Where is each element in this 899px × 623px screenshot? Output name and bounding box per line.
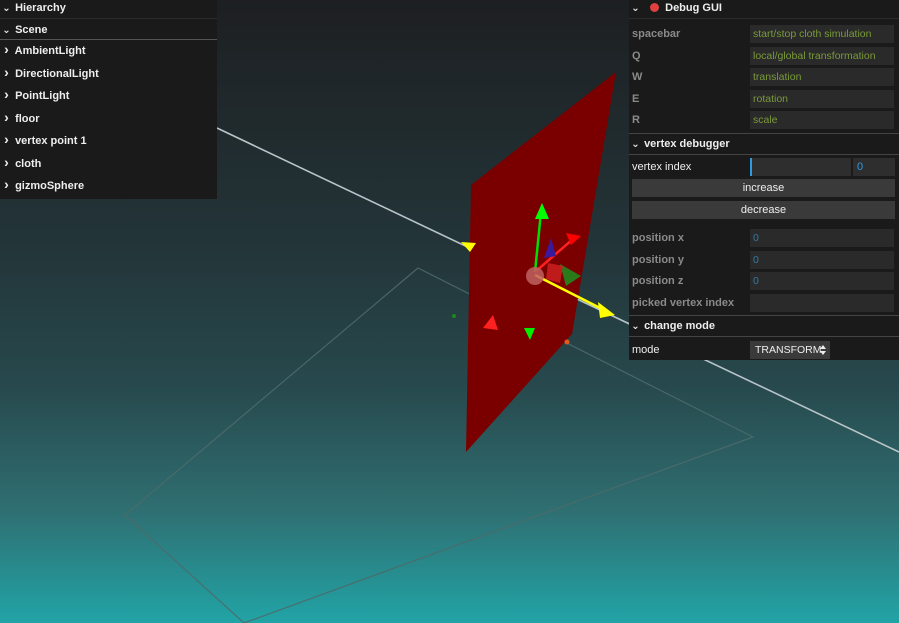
hierarchy-item-label: floor [15, 112, 40, 125]
vertex-point-marker[interactable] [452, 314, 456, 318]
increase-button[interactable]: increase [632, 178, 895, 197]
key-label: R [632, 114, 640, 127]
vertex-index-label: vertex index [632, 160, 692, 173]
scene-folder[interactable]: Scene [0, 19, 217, 40]
updown-arrows-icon [820, 345, 826, 356]
vertex-debugger-title: vertex debugger [644, 137, 730, 150]
key-row-e: E rotation [629, 88, 899, 110]
key-label: W [632, 71, 643, 84]
chevron-right-icon [2, 109, 11, 131]
key-row-r: R scale [629, 109, 899, 131]
hierarchy-title: Hierarchy [15, 2, 66, 14]
chevron-down-icon [631, 317, 640, 337]
hierarchy-item-label: cloth [15, 157, 42, 170]
vertex-debugger-folder[interactable]: vertex debugger [629, 132, 899, 155]
vertex-index-input[interactable]: 0 [853, 157, 895, 176]
debug-gui-title: Debug GUI [665, 2, 722, 14]
debug-gui-panel: Debug GUI spacebar start/stop cloth simu… [629, 0, 899, 360]
hierarchy-header[interactable]: Hierarchy [0, 0, 217, 19]
vertex-index-slider[interactable] [750, 157, 851, 176]
chevron-right-icon [2, 64, 11, 86]
position-z-row: position z 0 [629, 270, 899, 292]
picked-vertex-label: picked vertex index [632, 296, 735, 309]
mode-select-value: TRANSFORM [755, 344, 822, 357]
hierarchy-item-label: PointLight [15, 90, 70, 102]
chevron-right-icon [2, 41, 11, 63]
chevron-right-icon [2, 154, 11, 176]
hierarchy-panel: Hierarchy Scene AmbientLight Directional… [0, 0, 217, 199]
position-y-field[interactable]: 0 [750, 250, 894, 269]
point-light-marker [564, 339, 570, 345]
key-row-spacebar: spacebar start/stop cloth simulation [629, 23, 899, 45]
chevron-down-icon [2, 20, 11, 42]
key-action-field[interactable]: local/global transformation [750, 46, 894, 65]
hierarchy-item-directionallight[interactable]: DirectionalLight [0, 63, 217, 86]
key-action-field[interactable]: rotation [750, 89, 894, 108]
key-action-field[interactable]: scale [750, 111, 894, 130]
position-x-field[interactable]: 0 [750, 228, 894, 247]
key-label: spacebar [632, 28, 681, 40]
debug-gui-header[interactable]: Debug GUI [629, 0, 899, 19]
hierarchy-item-label: AmbientLight [14, 45, 86, 57]
chevron-down-icon [631, 135, 640, 155]
hierarchy-item-cloth[interactable]: cloth [0, 153, 217, 176]
hierarchy-item-pointlight[interactable]: PointLight [0, 85, 217, 108]
bug-icon [650, 3, 660, 12]
key-label: E [632, 92, 640, 105]
cloth-mesh[interactable] [466, 72, 616, 452]
vertex-index-row: vertex index 0 [629, 157, 899, 179]
chevron-right-icon [2, 86, 11, 108]
mode-label: mode [632, 344, 660, 357]
change-mode-title: change mode [644, 320, 715, 333]
hierarchy-item-label: DirectionalLight [15, 67, 99, 80]
chevron-right-icon [2, 176, 11, 198]
hierarchy-item-vertex-point-1[interactable]: vertex point 1 [0, 130, 217, 153]
picked-vertex-field[interactable] [750, 293, 894, 312]
picked-vertex-row: picked vertex index [629, 292, 899, 314]
change-mode-folder[interactable]: change mode [629, 315, 899, 338]
chevron-down-icon [631, 1, 640, 17]
hierarchy-item-ambientlight[interactable]: AmbientLight [0, 40, 217, 63]
mode-select[interactable]: TRANSFORM [750, 341, 830, 360]
position-z-field[interactable]: 0 [750, 272, 894, 291]
key-label: Q [632, 49, 641, 62]
chevron-right-icon [2, 131, 11, 153]
position-y-row: position y 0 [629, 249, 899, 271]
hierarchy-item-gizmosphere[interactable]: gizmoSphere [0, 175, 217, 198]
hierarchy-item-floor[interactable]: floor [0, 108, 217, 131]
position-x-row: position x 0 [629, 227, 899, 249]
position-z-label: position z [632, 275, 684, 288]
hierarchy-item-label: vertex point 1 [15, 135, 87, 147]
position-x-label: position x [632, 231, 684, 244]
key-row-q: Q local/global transformation [629, 45, 899, 67]
key-row-w: W translation [629, 66, 899, 88]
position-y-label: position y [632, 253, 684, 266]
gizmo-center-sphere[interactable] [526, 267, 544, 285]
hierarchy-item-label: gizmoSphere [15, 180, 85, 192]
key-action-field[interactable]: start/stop cloth simulation [750, 25, 894, 43]
scene-title: Scene [15, 24, 48, 36]
decrease-button[interactable]: decrease [632, 200, 895, 219]
chevron-down-icon [2, 1, 11, 17]
mode-row: mode TRANSFORM [629, 337, 899, 363]
key-action-field[interactable]: translation [750, 68, 894, 87]
